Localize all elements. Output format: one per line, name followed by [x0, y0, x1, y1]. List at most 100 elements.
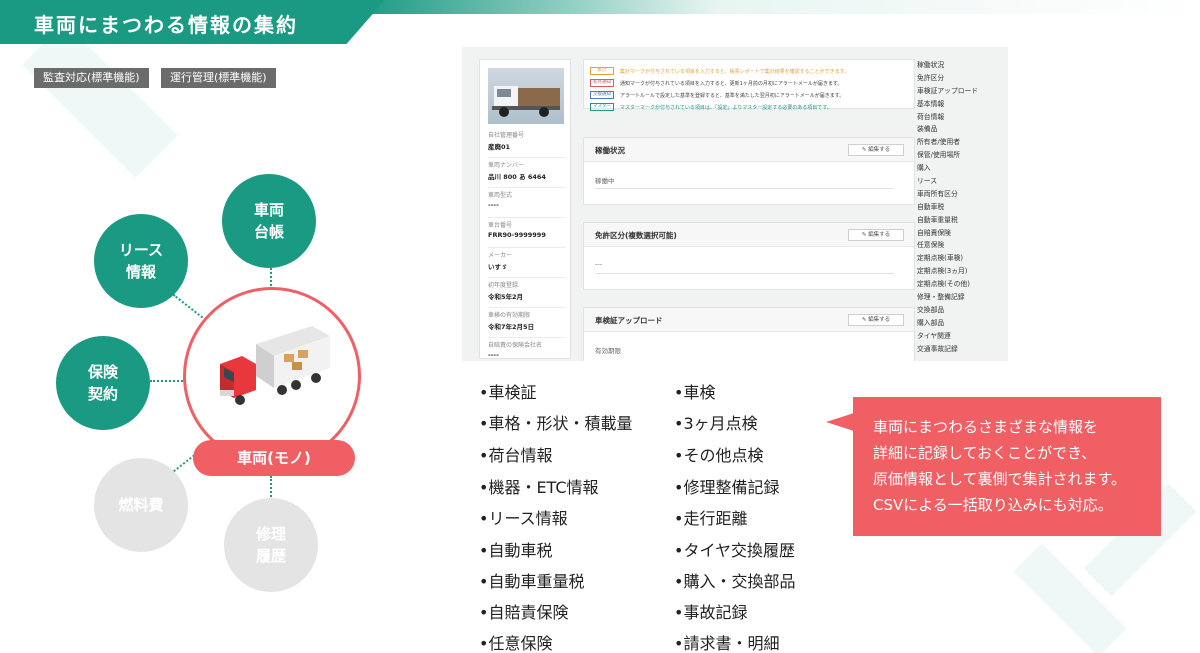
nav-item-inspection-upload[interactable]: 車検証アップロード [917, 85, 1007, 98]
feature-item: •車格・形状・積載量 [479, 414, 633, 433]
section-title: 免許区分(複数選択可能) [595, 231, 677, 240]
feature-item: •事故記録 [674, 603, 748, 622]
feature-item: •車検証 [479, 383, 537, 402]
node-lease-info: リース 情報 [94, 214, 188, 308]
field-key: 車検の有効期限 [488, 312, 531, 319]
section-inspection-upload: 車検証アップロード ✎ 編集する 有効期限 [583, 307, 915, 361]
field-value: 品川 800 あ 6464 [488, 173, 546, 181]
node-fuel-cost: 燃料費 [94, 458, 188, 552]
field-underline [595, 273, 894, 274]
truck-icon [220, 326, 330, 405]
callout-pointer [826, 413, 854, 431]
field-value: 令和7年2月5日 [488, 323, 535, 331]
section-value: --- [595, 260, 603, 268]
section-nav: 稼働状況 免許区分 車検証アップロード 基本情報 荷台情報 装備品 所有者/使用… [917, 59, 1007, 355]
notice-row: 集計 集計マークが付与されている項目を入力すると、帳票レポートで集計結果を確認す… [590, 66, 908, 76]
edit-button-label: 編集する [868, 232, 891, 238]
nav-item-owner-user[interactable]: 所有者/使用者 [917, 136, 1007, 149]
field-chassis-number: 車台番号 FRR90-9999999 [488, 220, 566, 248]
edit-button[interactable]: ✎ 編集する [848, 229, 904, 241]
nav-item-lease[interactable]: リース [917, 175, 1007, 188]
nav-item-voluntary-insurance[interactable]: 任意保険 [917, 239, 1007, 252]
node-vehicle-ledger: 車両 台帳 [222, 174, 316, 268]
nav-item-inspection-other[interactable]: 定期点検(その他) [917, 278, 1007, 291]
vehicle-center-label: 車両(モノ) [193, 440, 355, 476]
callout-box: 車両にまつわるさまざまな情報を 詳細に記録しておくことができ、 原価情報として裏… [853, 397, 1161, 536]
field-underline [595, 188, 894, 189]
field-key: 車両ナンバー [488, 162, 525, 169]
app-screenshot: 自社管理番号 産廃01 車両ナンバー 品川 800 あ 6464 車両型式 --… [462, 47, 1008, 361]
field-insurer: 自賠責の保険会社名 ---- [488, 340, 566, 360]
notice-box: 集計 集計マークが付与されている項目を入力すると、帳票レポートで集計結果を確認す… [583, 59, 915, 111]
section-operation-status: 稼働状況 ✎ 編集する 稼働中 [583, 137, 915, 205]
nav-item-basic-info[interactable]: 基本情報 [917, 98, 1007, 111]
callout-line: CSVによる一括取り込みにも対応。 [873, 496, 1113, 514]
nav-item-equipment[interactable]: 装備品 [917, 123, 1007, 136]
feature-item: •自賠責保険 [479, 603, 569, 622]
nav-item-purchase[interactable]: 購入 [917, 162, 1007, 175]
nav-item-inspection-3month[interactable]: 定期点検(3ヵ月) [917, 265, 1007, 278]
feature-item: •その他点検 [674, 446, 764, 465]
feature-item: •請求書・明細 [674, 634, 780, 653]
section-title: 車検証アップロード [595, 316, 663, 325]
callout-line: 詳細に記録しておくことができ、 [873, 444, 1097, 462]
nav-item-inspection-shaken[interactable]: 定期点検(車検) [917, 252, 1007, 265]
field-key: 自社管理番号 [488, 132, 525, 139]
vehicle-main-circle [183, 287, 361, 465]
feature-item: •任意保険 [479, 634, 553, 653]
edit-button[interactable]: ✎ 編集する [848, 314, 904, 326]
field-maker: メーカー いすゞ [488, 250, 566, 278]
feature-item: •修理整備記録 [674, 478, 780, 497]
section-value: 稼働中 [595, 177, 615, 185]
truck-photo-icon [492, 86, 560, 117]
feature-item: •リース情報 [479, 509, 568, 528]
nav-item-ownership-type[interactable]: 車両所有区分 [917, 188, 1007, 201]
feature-item: •車検 [674, 383, 716, 402]
field-value: 令和5年2月 [488, 293, 524, 301]
nav-item-compulsory-insurance[interactable]: 自賠責保険 [917, 227, 1007, 240]
nav-item-replacement-parts[interactable]: 交換部品 [917, 304, 1007, 317]
edit-button-label: 編集する [868, 147, 891, 153]
feature-item: •走行距離 [674, 509, 748, 528]
nav-item-tire[interactable]: タイヤ関連 [917, 330, 1007, 343]
notice-row: 初月通知 通知マークが付与されている項目を入力すると、更新1ヶ月前の月初にアラー… [590, 78, 908, 88]
section-value: 有効期限 [595, 347, 621, 355]
connector-line [270, 265, 272, 289]
notice-text: 通知マークが付与されている項目を入力すると、更新1ヶ月前の月初にアラートメールが… [620, 80, 843, 87]
field-key: 車両型式 [488, 192, 513, 199]
feature-item: •3ヶ月点検 [674, 414, 758, 433]
field-key: 車台番号 [488, 222, 513, 229]
nav-item-weight-tax[interactable]: 自動車重量税 [917, 214, 1007, 227]
nav-item-storage-location[interactable]: 保管/使用場所 [917, 149, 1007, 162]
edit-button[interactable]: ✎ 編集する [848, 144, 904, 156]
section-license-class: 免許区分(複数選択可能) ✎ 編集する --- [583, 222, 915, 290]
master-badge: マスター [590, 103, 614, 111]
node-insurance: 保険 契約 [56, 336, 150, 430]
tally-badge: 集計 [590, 67, 614, 75]
page-title: 車両にまつわる情報の集約 [34, 13, 298, 37]
tag-operation: 運行管理(標準機能) [161, 68, 276, 88]
field-inspection-expiry: 車検の有効期限 令和7年2月5日 [488, 310, 566, 338]
connector-line [150, 380, 186, 382]
field-value: FRR90-9999999 [488, 231, 546, 239]
nav-item-vehicle-tax[interactable]: 自動車税 [917, 201, 1007, 214]
field-first-registration: 初年度登録 令和5年2月 [488, 280, 566, 308]
vehicle-card: 自社管理番号 産廃01 車両ナンバー 品川 800 あ 6464 車両型式 --… [479, 59, 571, 359]
connector-line [270, 476, 272, 500]
field-model: 車両型式 ---- [488, 190, 566, 218]
nav-item-repair-record[interactable]: 修理・整備記録 [917, 291, 1007, 304]
nav-item-operation-status[interactable]: 稼働状況 [917, 59, 1007, 72]
nav-item-bed-info[interactable]: 荷台情報 [917, 111, 1007, 124]
nav-item-accident-record[interactable]: 交通事故記録 [917, 343, 1007, 356]
nav-item-license-class[interactable]: 免許区分 [917, 72, 1007, 85]
field-value: 産廃01 [488, 143, 511, 151]
feature-item: •タイヤ交換履歴 [674, 541, 795, 560]
nav-item-purchased-parts[interactable]: 購入部品 [917, 317, 1007, 330]
field-value: ---- [488, 351, 499, 359]
feature-item: •荷台情報 [479, 446, 553, 465]
field-key: 自賠責の保険会社名 [488, 342, 543, 349]
field-key: 初年度登録 [488, 282, 519, 289]
field-plate-number: 車両ナンバー 品川 800 あ 6464 [488, 160, 566, 188]
alert-badge: 初月通知 [590, 79, 614, 87]
field-company-id: 自社管理番号 産廃01 [488, 130, 566, 158]
